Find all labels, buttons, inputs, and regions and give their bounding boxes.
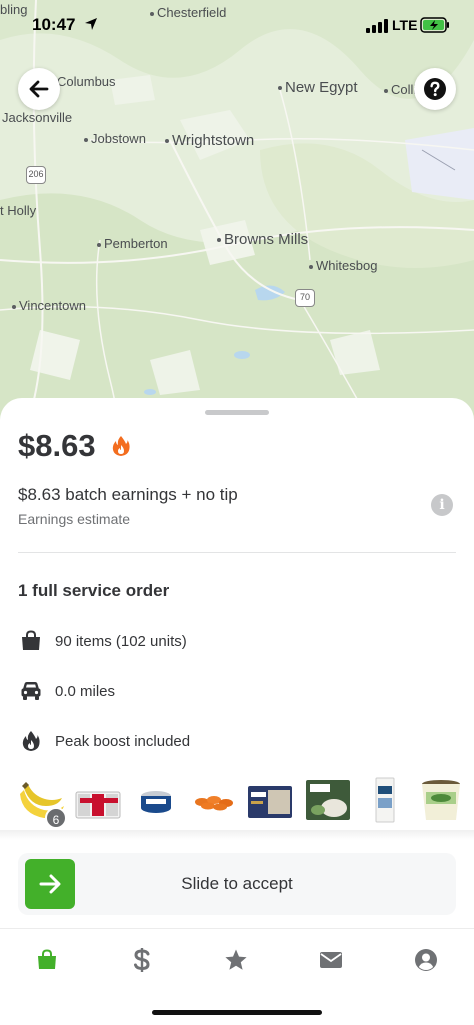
arrow-right-icon <box>39 874 61 894</box>
product-frozen-pasta[interactable] <box>246 776 294 824</box>
product-count-badge: 6 <box>45 807 67 829</box>
offer-price: $8.63 <box>18 428 96 463</box>
back-button[interactable] <box>18 68 60 110</box>
map-label-t-holly: t Holly <box>0 203 37 218</box>
product-ice-cream-pint[interactable] <box>418 776 464 824</box>
status-bar: 10:47 LTE <box>0 0 474 50</box>
map-label-vincentown: Vincentown <box>12 298 86 313</box>
map-label-new-egypt: New Egypt <box>278 79 358 96</box>
map-label-whitesbog: Whitesbog <box>309 258 377 273</box>
info-icon[interactable]: i <box>431 494 453 516</box>
items-count: 90 items (102 units) <box>55 632 187 650</box>
status-time: 10:47 <box>32 15 76 34</box>
route-shield-70: 70 <box>295 289 315 307</box>
distance-value: 0.0 miles <box>55 682 116 700</box>
product-coke-pack[interactable] <box>74 776 122 824</box>
product-creamer[interactable] <box>370 776 400 824</box>
star-icon <box>225 949 247 970</box>
divider <box>18 552 456 553</box>
map-label-browns-mills: Browns Mills <box>217 231 308 248</box>
items-row: 90 items (102 units) <box>18 628 187 654</box>
car-icon <box>21 682 41 700</box>
arrow-left-icon <box>29 80 49 98</box>
slide-label: Slide to accept <box>181 874 293 893</box>
product-baby-carrots[interactable] <box>190 776 238 824</box>
bag-icon <box>22 630 40 650</box>
network-label: LTE <box>392 17 418 33</box>
bag-icon <box>38 949 56 969</box>
help-button[interactable] <box>414 68 456 110</box>
profile-icon <box>415 949 437 971</box>
dollar-icon <box>134 948 150 972</box>
route-shield-206: 206 <box>26 166 46 184</box>
mail-icon <box>320 952 342 968</box>
map-view[interactable]: Chesterfield bling Columbus New Egypt Co… <box>0 0 474 440</box>
tab-earnings[interactable] <box>127 945 157 975</box>
map-label-wrightstown: Wrightstown <box>165 132 254 149</box>
boost-row: Peak boost included <box>18 728 190 754</box>
flame-icon <box>22 731 40 751</box>
distance-row: 0.0 miles <box>18 678 115 704</box>
scroll-fade <box>0 830 474 840</box>
slide-to-accept[interactable]: Slide to accept <box>18 853 456 915</box>
batch-offer-sheet: $8.63 $8.63 batch earnings + no tip Earn… <box>0 398 474 1025</box>
boost-label: Peak boost included <box>55 732 191 750</box>
cell-signal-icon <box>366 19 388 33</box>
tab-messages[interactable] <box>316 945 346 975</box>
map-background <box>0 0 474 440</box>
product-tuna-cans[interactable] <box>138 776 174 824</box>
map-label-pemberton: Pemberton <box>97 236 168 251</box>
question-icon <box>424 78 446 100</box>
tab-batches[interactable] <box>32 945 62 975</box>
flame-icon <box>112 436 130 456</box>
map-label-jobstown: Jobstown <box>84 131 146 146</box>
order-title: 1 full service order <box>18 581 170 600</box>
tab-account[interactable] <box>411 945 441 975</box>
sheet-drag-handle[interactable] <box>205 410 269 415</box>
tab-ratings[interactable] <box>221 945 251 975</box>
battery-charging-icon <box>420 17 449 33</box>
location-arrow-icon <box>85 18 97 30</box>
earnings-line: $8.63 batch earnings + no tip <box>18 485 238 504</box>
earnings-estimate-label: Earnings estimate <box>18 511 131 527</box>
product-thumbnails <box>14 776 474 826</box>
map-label-jacksonville: Jacksonville <box>2 110 73 125</box>
product-riced-cauliflower[interactable] <box>304 776 352 824</box>
home-indicator <box>152 1010 322 1015</box>
map-label-colli: Colli <box>384 82 416 97</box>
slide-handle[interactable] <box>25 859 75 909</box>
